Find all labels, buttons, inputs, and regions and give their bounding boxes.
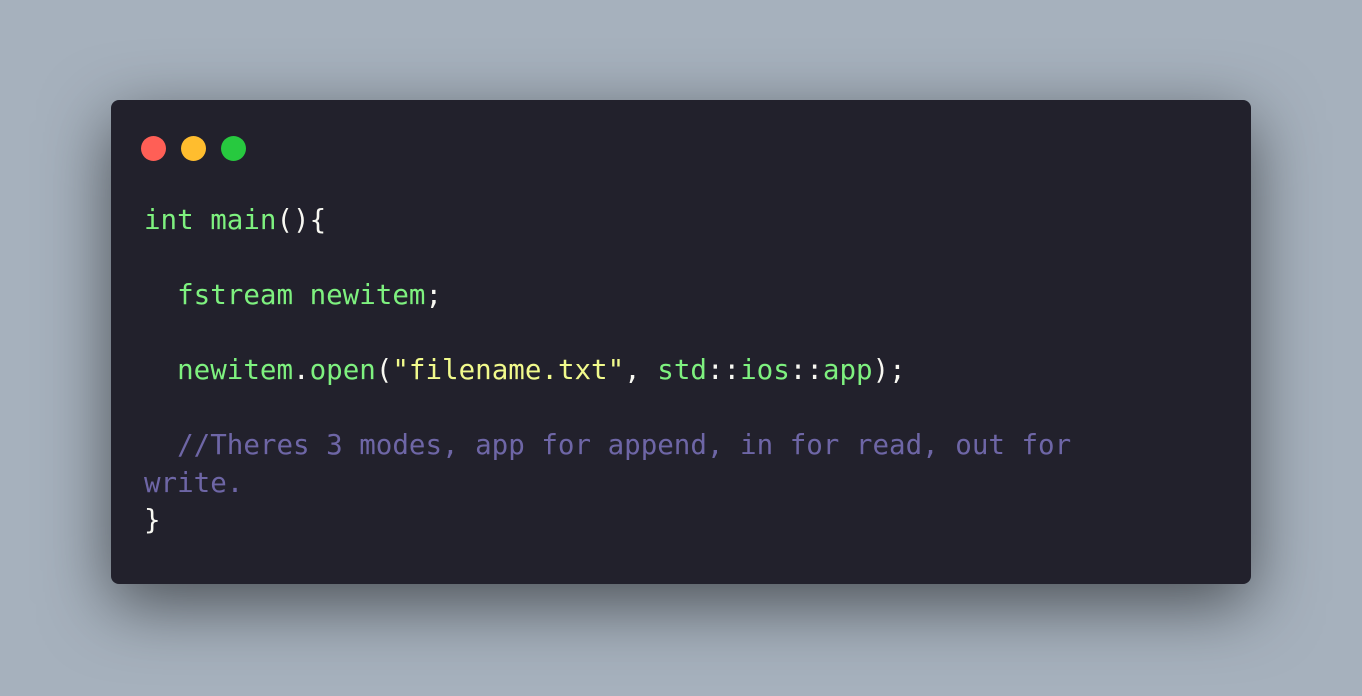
code-token-punc: ); (872, 354, 906, 386)
code-line: fstream newitem; (144, 277, 1221, 315)
close-icon (141, 136, 166, 161)
code-token-fn: std (657, 354, 707, 386)
code-token-fn: app (822, 354, 873, 386)
code-line: //Theres 3 modes, app for append, in for… (144, 427, 1221, 465)
code-token-fn: int main (144, 204, 277, 236)
code-window: int main(){ fstream newitem; newitem.ope… (111, 100, 1251, 584)
minimize-icon (181, 136, 206, 161)
code-token-comment: //Theres 3 modes, app for append, in for… (144, 429, 1072, 461)
code-token-punc: ( (375, 354, 393, 386)
code-token-punc: , (624, 354, 658, 386)
code-token-punc: :: (789, 354, 823, 386)
code-token-fn: open (309, 354, 376, 386)
code-token-fn: fstream newitem (144, 279, 426, 311)
code-line: write. (144, 465, 1221, 503)
code-token-fn: ios (740, 354, 790, 386)
code-token-punc: (){ (276, 204, 327, 236)
code-token-str: "filename.txt" (392, 354, 625, 386)
code-token-punc: ; (425, 279, 443, 311)
code-block: int main(){ fstream newitem; newitem.ope… (144, 202, 1221, 540)
code-token-punc: . (293, 354, 310, 386)
window-controls (141, 136, 246, 161)
code-token-fn: newitem (144, 354, 294, 386)
code-token-punc: } (144, 504, 161, 536)
maximize-icon (221, 136, 246, 161)
code-token-comment: write. (144, 466, 244, 499)
code-line: int main(){ (144, 202, 1221, 240)
code-line: newitem.open("filename.txt", std::ios::a… (144, 352, 1221, 390)
code-line: } (144, 502, 1221, 540)
code-token-punc: :: (706, 354, 741, 386)
